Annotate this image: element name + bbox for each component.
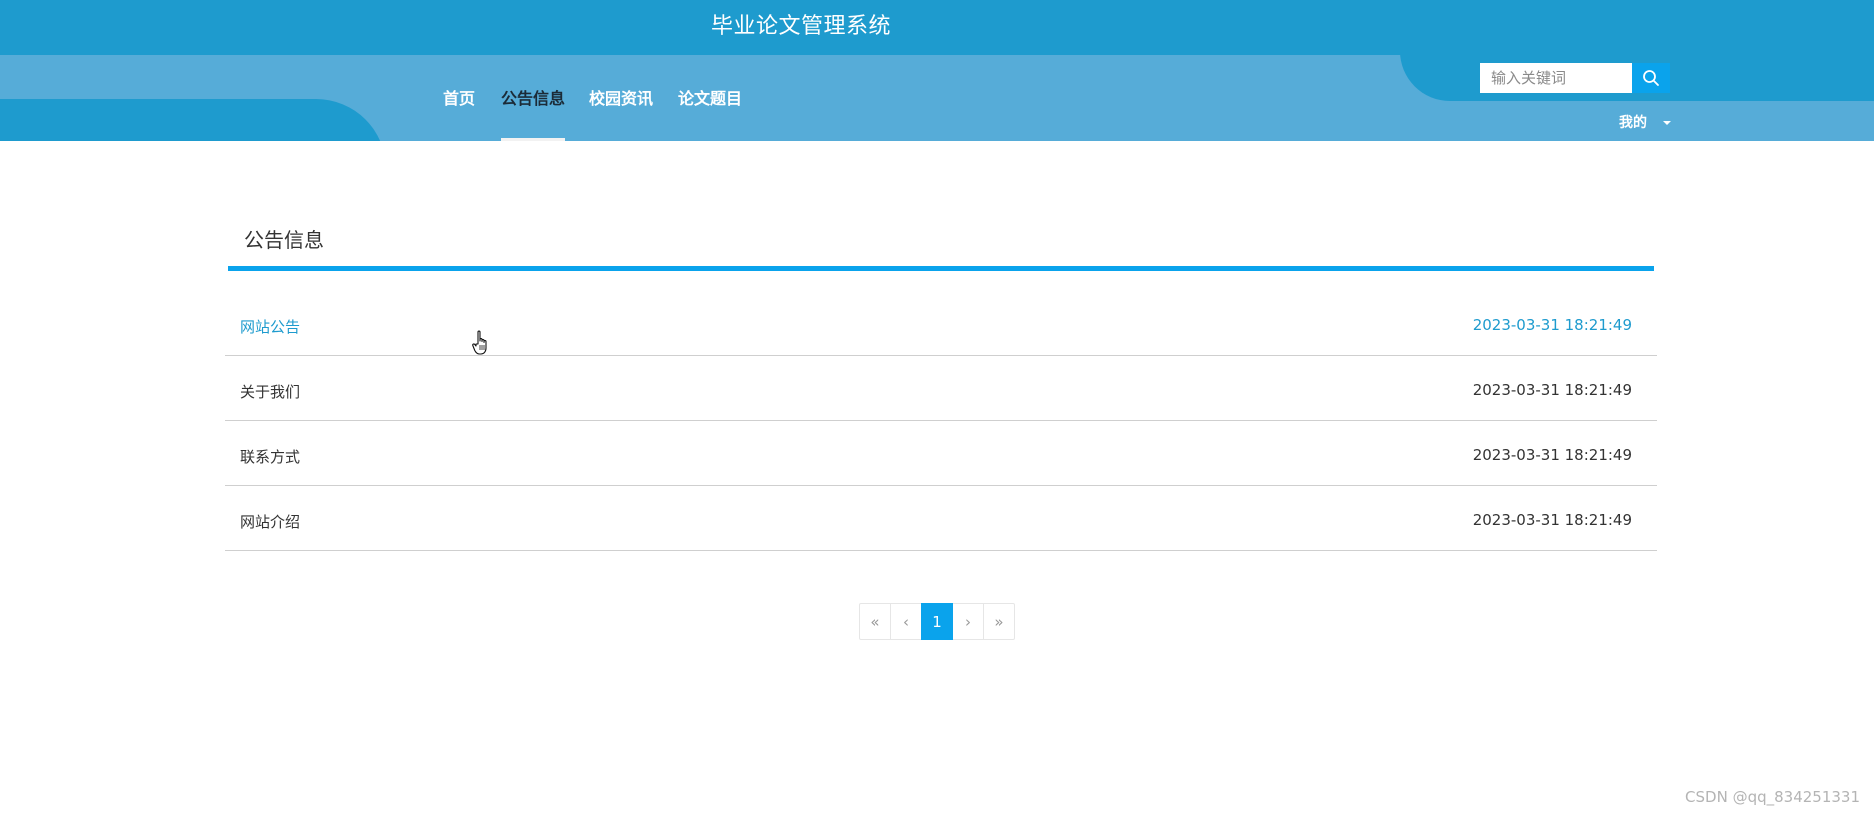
- notice-time: 2023-03-31 18:21:49: [1472, 316, 1632, 334]
- hand-pointer-cursor-icon: [472, 330, 487, 355]
- section-title: 公告信息: [244, 228, 324, 252]
- notice-title[interactable]: 网站介绍: [240, 511, 300, 532]
- notice-time: 2023-03-31 18:21:49: [1472, 446, 1632, 464]
- notice-item[interactable]: 关于我们 2023-03-31 18:21:49: [225, 356, 1657, 421]
- search-icon: [1643, 70, 1659, 86]
- header-decor-left: [0, 99, 386, 141]
- search-button[interactable]: [1632, 63, 1670, 93]
- nav-item-thesis-topics[interactable]: 论文题目: [678, 86, 742, 141]
- notice-item[interactable]: 联系方式 2023-03-31 18:21:49: [225, 421, 1657, 486]
- last-page-button[interactable]: »: [983, 603, 1015, 640]
- nav-item-campus-news[interactable]: 校园资讯: [589, 86, 653, 141]
- prev-page-button[interactable]: ‹: [890, 603, 922, 640]
- site-title: 毕业论文管理系统: [711, 14, 892, 39]
- notice-title[interactable]: 网站公告: [240, 316, 300, 337]
- current-page-button[interactable]: 1: [921, 603, 953, 640]
- notice-time: 2023-03-31 18:21:49: [1472, 381, 1632, 399]
- search-input[interactable]: [1480, 63, 1632, 93]
- notice-list: 网站公告 2023-03-31 18:21:49 关于我们 2023-03-31…: [225, 291, 1657, 551]
- first-page-button[interactable]: «: [859, 603, 891, 640]
- watermark: CSDN @qq_834251331: [1685, 788, 1860, 806]
- notice-time: 2023-03-31 18:21:49: [1472, 511, 1632, 529]
- nav-item-announcements[interactable]: 公告信息: [501, 86, 565, 141]
- site-header: 毕业论文管理系统 首页 公告信息 校园资讯 论文题目 我的: [0, 0, 1874, 141]
- notice-title[interactable]: 联系方式: [240, 446, 300, 467]
- notice-title[interactable]: 关于我们: [240, 381, 300, 402]
- section-divider: [228, 266, 1654, 271]
- pagination: « ‹ 1 › »: [859, 603, 1015, 640]
- next-page-button[interactable]: ›: [952, 603, 984, 640]
- nav-item-home[interactable]: 首页: [443, 86, 475, 141]
- user-menu[interactable]: 我的: [1619, 112, 1647, 132]
- notice-item[interactable]: 网站介绍 2023-03-31 18:21:49: [225, 486, 1657, 551]
- nav-active-indicator: [501, 138, 565, 141]
- notice-item[interactable]: 网站公告 2023-03-31 18:21:49: [225, 291, 1657, 356]
- caret-down-icon[interactable]: [1663, 121, 1671, 125]
